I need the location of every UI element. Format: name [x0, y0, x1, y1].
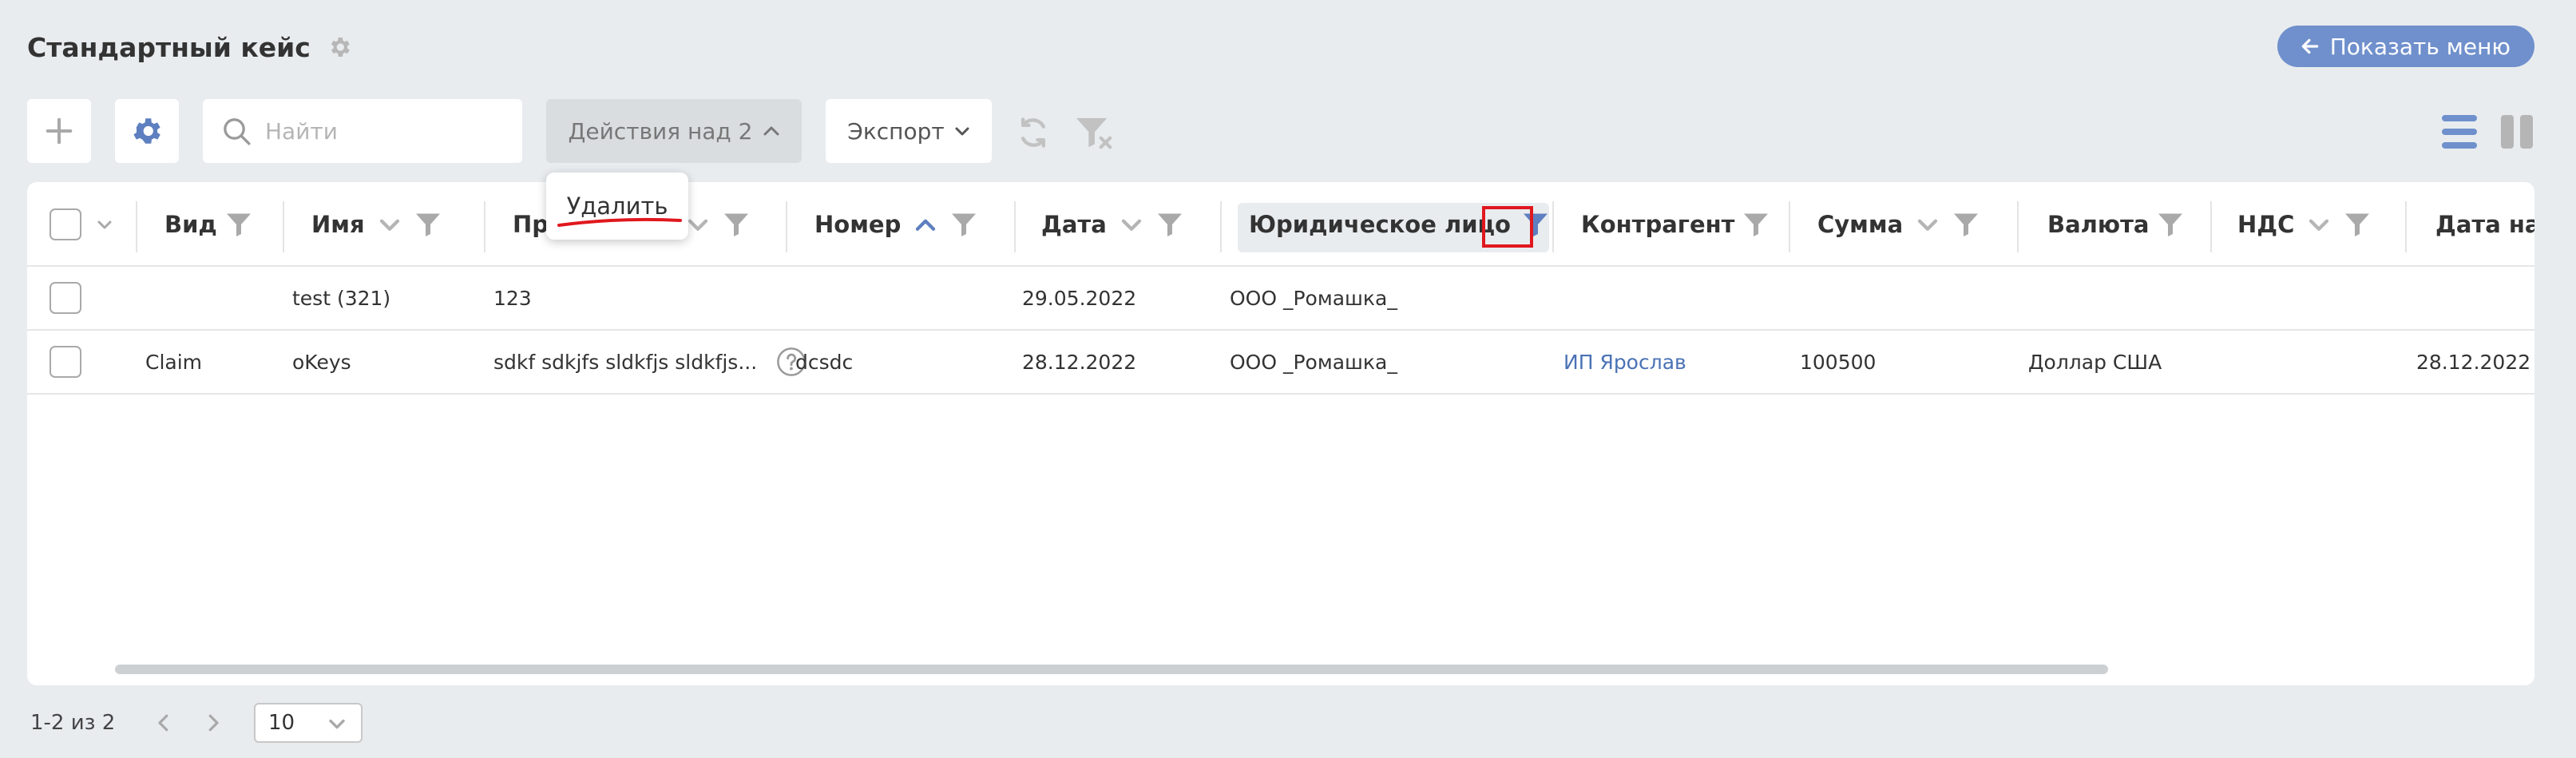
bulk-actions-dropdown: Удалить	[546, 173, 688, 240]
select-all-cell	[50, 182, 113, 267]
table-settings-button[interactable]	[115, 99, 179, 163]
filter-icon[interactable]	[1952, 212, 1980, 236]
column-label: Дата нач	[2435, 211, 2534, 238]
column-header-name[interactable]: Имя	[311, 182, 442, 267]
column-label: Дата	[1041, 211, 1107, 238]
filter-icon[interactable]	[2344, 212, 2371, 236]
chevron-down-icon[interactable]	[1916, 216, 1940, 232]
cell-pr: sdkf sdkjfs sldkfjs sldkfjs...	[493, 331, 806, 393]
column-view-icon[interactable]	[2501, 115, 2533, 149]
filter-clear-icon[interactable]	[1075, 115, 1115, 152]
chevron-right-icon[interactable]	[201, 711, 225, 735]
chevron-down-icon[interactable]	[378, 216, 402, 232]
row-checkbox[interactable]	[50, 346, 81, 378]
page-size-select[interactable]: 10	[254, 703, 363, 743]
table-row[interactable]: Claim oKeys sdkf sdkjfs sldkfjs sldkfjs.…	[27, 331, 2534, 395]
data-table: Вид Имя Пр Номер Дата Юридическое лицо К…	[27, 182, 2534, 685]
chevron-down-icon	[955, 127, 969, 136]
chevron-left-icon[interactable]	[152, 711, 176, 735]
cell-vid: Claim	[145, 350, 203, 374]
page-title: Стандартный кейс	[27, 31, 311, 63]
row-checkbox[interactable]	[50, 282, 81, 314]
filter-icon[interactable]	[2157, 212, 2184, 236]
select-all-checkbox[interactable]	[50, 208, 81, 240]
cell-legal-entity: ООО _Ромашка_	[1230, 286, 1397, 310]
export-button[interactable]: Экспорт	[826, 99, 992, 163]
add-button[interactable]	[27, 99, 91, 163]
cell-pr: 123	[493, 286, 532, 310]
chevron-down-icon[interactable]	[1120, 216, 1143, 232]
refresh-icon[interactable]	[1016, 115, 1051, 150]
plus-icon	[46, 117, 73, 145]
cell-name: test (321)	[292, 286, 391, 310]
table-row[interactable]: test (321) 123 29.05.2022 ООО _Ромашка_	[27, 267, 2534, 331]
red-underline-mark	[557, 217, 682, 227]
table-header-row: Вид Имя Пр Номер Дата Юридическое лицо К…	[27, 182, 2534, 267]
cell-start-date: 28.12.2022	[2416, 350, 2531, 374]
column-header-currency[interactable]: Валюта	[2047, 182, 2184, 267]
bulk-actions-label: Действия над 2	[568, 117, 753, 145]
column-label: Имя	[311, 211, 365, 238]
page-size-value: 10	[268, 711, 295, 735]
column-label: Вид	[164, 211, 217, 238]
filter-icon[interactable]	[1156, 212, 1183, 236]
filter-icon[interactable]	[950, 212, 977, 236]
column-label: Юридическое лицо	[1249, 211, 1511, 238]
cell-sum: 100500	[1800, 350, 1877, 374]
show-menu-label: Показать меню	[2329, 33, 2511, 60]
column-label: Валюта	[2047, 211, 2150, 238]
gear-icon	[133, 118, 161, 144]
column-header-sum[interactable]: Сумма	[1817, 182, 1980, 267]
show-menu-button[interactable]: Показать меню	[2277, 26, 2534, 67]
column-label: НДС	[2237, 211, 2295, 238]
cell-number: dcsdc	[795, 350, 854, 374]
chevron-down-icon	[329, 719, 345, 729]
filter-icon[interactable]	[414, 212, 442, 236]
cell-pr-text: sdkf sdkjfs sldkfjs sldkfjs...	[493, 350, 758, 374]
horizontal-scrollbar[interactable]	[115, 665, 2108, 674]
list-view-icon[interactable]	[2442, 115, 2477, 149]
column-label: Пр	[513, 211, 549, 238]
filter-icon[interactable]	[225, 212, 252, 236]
column-header-start-date[interactable]: Дата нач	[2435, 182, 2534, 267]
export-label: Экспорт	[847, 117, 945, 145]
settings-icon[interactable]	[327, 34, 352, 60]
column-label: Контрагент	[1581, 211, 1735, 238]
search-box	[203, 99, 522, 163]
bulk-actions-button[interactable]: Действия над 2	[546, 99, 802, 163]
column-label: Номер	[814, 211, 902, 238]
column-header-vid[interactable]: Вид	[164, 182, 252, 267]
chevron-down-icon[interactable]	[686, 216, 710, 232]
cell-legal-entity: ООО _Ромашка_	[1230, 350, 1397, 374]
chevron-down-icon[interactable]	[2307, 216, 2331, 232]
chevron-up-icon[interactable]	[913, 216, 937, 232]
chevron-down-icon[interactable]	[96, 219, 113, 230]
cell-counterparty[interactable]: ИП Ярослав	[1563, 331, 1686, 393]
cell-name: oKeys	[292, 350, 351, 374]
chevron-up-icon	[763, 126, 779, 136]
title-row: Стандартный кейс	[27, 24, 352, 70]
pagination: 1-2 из 2 10	[30, 703, 363, 743]
cell-currency: Доллар США	[2028, 350, 2162, 374]
column-header-date[interactable]: Дата	[1041, 182, 1183, 267]
column-header-nds[interactable]: НДС	[2237, 182, 2371, 267]
search-input[interactable]	[265, 117, 505, 145]
column-header-counterparty[interactable]: Контрагент	[1581, 182, 1770, 267]
search-icon	[224, 118, 251, 145]
cell-date: 28.12.2022	[1022, 350, 1137, 374]
highlight-box	[1482, 206, 1533, 248]
column-label: Сумма	[1817, 211, 1904, 238]
cell-date: 29.05.2022	[1022, 286, 1137, 310]
column-header-number[interactable]: Номер	[814, 182, 977, 267]
filter-icon[interactable]	[1742, 212, 1770, 236]
pagination-info: 1-2 из 2	[30, 711, 116, 735]
filter-icon[interactable]	[723, 212, 750, 236]
arrow-left-icon	[2301, 38, 2319, 54]
